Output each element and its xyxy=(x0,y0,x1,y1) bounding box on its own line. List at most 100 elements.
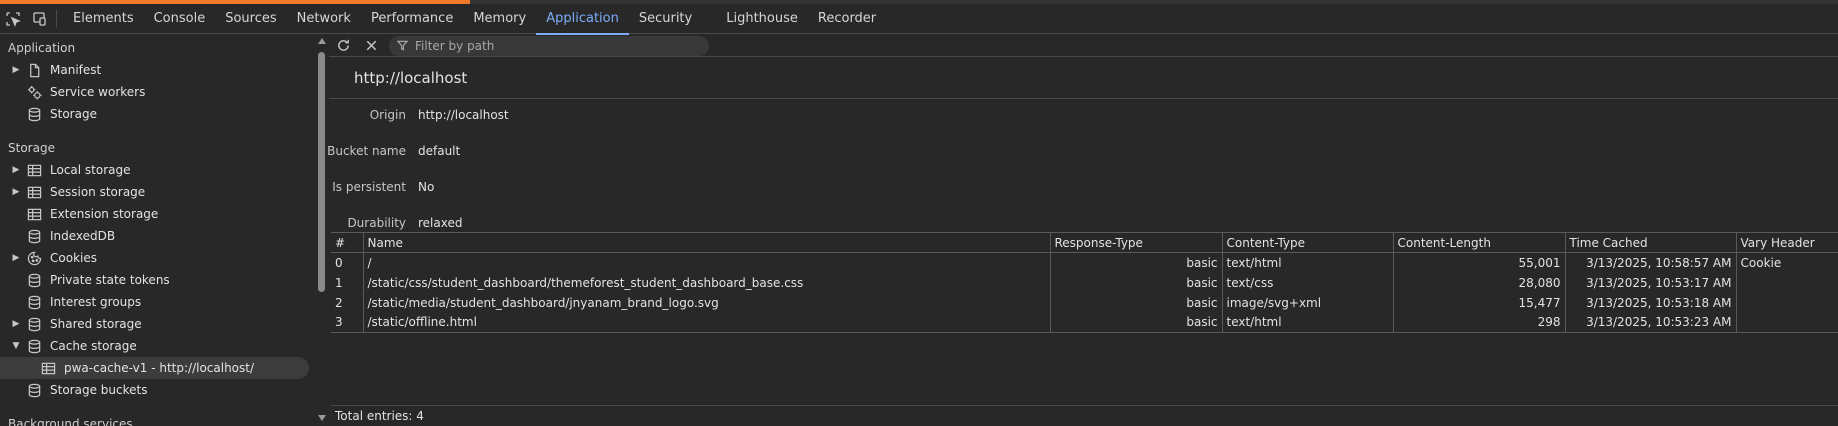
column-header-content-type[interactable]: Content-Type xyxy=(1221,232,1393,253)
devtools-tabbar: Elements Console Sources Network Perform… xyxy=(0,4,1838,35)
scrollbar-thumb[interactable] xyxy=(318,52,325,292)
expand-arrow-icon[interactable]: ▶ xyxy=(10,165,22,175)
expand-arrow-icon[interactable]: ▶ xyxy=(10,187,22,197)
database-icon xyxy=(26,382,42,398)
tab-sources[interactable]: Sources xyxy=(215,4,286,34)
tab-memory[interactable]: Memory xyxy=(463,4,536,34)
column-header-name[interactable]: Name xyxy=(362,232,1050,253)
sidebar-item-label: Service workers xyxy=(50,85,146,99)
database-icon xyxy=(26,106,42,122)
collapse-arrow-icon[interactable]: ▼ xyxy=(10,341,22,351)
gears-icon xyxy=(26,84,42,100)
cache-origin-title: http://localhost xyxy=(329,57,1838,99)
tab-recorder[interactable]: Recorder xyxy=(808,4,886,34)
cell-name: /static/media/student_dashboard/jnyanam_… xyxy=(362,292,1050,313)
column-header-index[interactable]: # xyxy=(331,232,363,253)
application-sidebar: Application ▶ Manifest Service workers S… xyxy=(0,35,328,426)
sidebar-item-cache-storage[interactable]: ▼ Cache storage xyxy=(0,335,327,357)
sidebar-item-label: Local storage xyxy=(50,163,131,177)
table-icon xyxy=(26,184,42,200)
sidebar-scrollbar[interactable] xyxy=(316,35,328,426)
sidebar-item-label: Cookies xyxy=(50,251,97,265)
filter-by-path-field[interactable] xyxy=(389,35,709,56)
cell-content-length: 28,080 xyxy=(1392,272,1565,293)
field-key: Bucket name xyxy=(327,144,406,158)
table-row[interactable]: 1 /static/css/student_dashboard/themefor… xyxy=(331,272,1838,293)
field-key: Durability xyxy=(347,216,406,230)
sidebar-item-private-state-tokens[interactable]: Private state tokens xyxy=(0,269,327,291)
sidebar-item-indexeddb[interactable]: IndexedDB xyxy=(0,225,327,247)
refresh-icon xyxy=(337,39,349,51)
inspect-element-icon[interactable] xyxy=(0,4,26,34)
sidebar-item-storage-buckets[interactable]: Storage buckets xyxy=(0,379,327,401)
filter-input[interactable] xyxy=(415,38,695,53)
sidebar-item-manifest[interactable]: ▶ Manifest xyxy=(0,59,327,81)
expand-arrow-icon[interactable]: ▶ xyxy=(10,65,22,75)
column-header-content-length[interactable]: Content-Length xyxy=(1392,232,1565,253)
section-title-background-services: Background services xyxy=(8,417,133,426)
sidebar-item-extension-storage[interactable]: Extension storage xyxy=(0,203,327,225)
field-key: Origin xyxy=(369,108,406,122)
table-icon xyxy=(26,162,42,178)
sidebar-item-session-storage[interactable]: ▶ Session storage xyxy=(0,181,327,203)
cell-index: 3 xyxy=(331,312,363,333)
column-header-response-type[interactable]: Response-Type xyxy=(1049,232,1222,253)
expand-arrow-icon[interactable]: ▶ xyxy=(10,319,22,329)
tab-security[interactable]: Security xyxy=(629,4,702,34)
tab-elements[interactable]: Elements xyxy=(63,4,144,34)
tab-application[interactable]: Application xyxy=(536,4,629,35)
refresh-button[interactable] xyxy=(329,35,357,57)
field-value: http://localhost xyxy=(418,108,509,122)
database-icon xyxy=(26,338,42,354)
column-header-time-cached[interactable]: Time Cached xyxy=(1564,232,1736,253)
sidebar-item-label: Storage buckets xyxy=(50,383,148,397)
sidebar-item-label: Interest groups xyxy=(50,295,142,309)
cache-toolbar xyxy=(329,35,1838,57)
close-icon xyxy=(366,40,376,51)
cell-vary-header: Cookie xyxy=(1735,252,1838,273)
cell-content-type: text/html xyxy=(1221,252,1393,273)
expand-arrow-icon[interactable]: ▶ xyxy=(10,253,22,263)
cache-entries-table: # Name Response-Type Content-Type Conten… xyxy=(331,232,1838,426)
section-title-storage: Storage xyxy=(8,141,55,155)
tab-console[interactable]: Console xyxy=(144,4,216,34)
column-header-vary-header[interactable]: Vary Header xyxy=(1735,232,1838,253)
database-icon xyxy=(26,272,42,288)
sidebar-item-storage[interactable]: Storage xyxy=(0,103,327,125)
sidebar-item-label: pwa-cache-v1 - http://localhost/ xyxy=(64,361,255,375)
field-value: default xyxy=(418,144,461,158)
sidebar-item-local-storage[interactable]: ▶ Local storage xyxy=(0,159,327,181)
database-icon xyxy=(26,316,42,332)
table-icon xyxy=(26,206,42,222)
tab-network[interactable]: Network xyxy=(287,4,361,34)
cache-view-panel: http://localhost Origin http://localhost… xyxy=(327,35,1838,426)
sidebar-item-label: Cache storage xyxy=(50,339,137,353)
sidebar-item-cookies[interactable]: ▶ Cookies xyxy=(0,247,327,269)
cell-time-cached: 3/13/2025, 10:53:17 AM xyxy=(1564,272,1736,293)
sidebar-item-label: Storage xyxy=(50,107,97,121)
sidebar-item-service-workers[interactable]: Service workers xyxy=(0,81,327,103)
tab-lighthouse[interactable]: Lighthouse xyxy=(716,4,808,34)
cell-response-type: basic xyxy=(1049,252,1222,273)
cell-response-type: basic xyxy=(1049,272,1222,293)
clear-button[interactable] xyxy=(357,35,385,57)
section-title-application: Application xyxy=(8,41,76,55)
sidebar-item-shared-storage[interactable]: ▶ Shared storage xyxy=(0,313,327,335)
total-entries-status: Total entries: 4 xyxy=(331,405,1838,426)
scroll-down-arrow-icon[interactable] xyxy=(318,415,326,421)
sidebar-item-pwa-cache[interactable]: pwa-cache-v1 - http://localhost/ xyxy=(0,357,309,379)
sidebar-item-label: Extension storage xyxy=(50,207,159,221)
sidebar-item-label: Shared storage xyxy=(50,317,142,331)
table-row[interactable]: 3 /static/offline.html basic text/html 2… xyxy=(331,312,1838,333)
sidebar-item-interest-groups[interactable]: Interest groups xyxy=(0,291,327,313)
device-toolbar-icon[interactable] xyxy=(26,4,52,34)
cell-content-type: image/svg+xml xyxy=(1221,292,1393,313)
cell-content-type: text/html xyxy=(1221,312,1393,333)
scroll-up-arrow-icon[interactable] xyxy=(318,38,326,44)
table-header-row: # Name Response-Type Content-Type Conten… xyxy=(331,232,1838,253)
field-value: No xyxy=(418,180,435,194)
tab-performance[interactable]: Performance xyxy=(361,4,463,34)
field-origin: Origin http://localhost xyxy=(329,99,1838,135)
table-row[interactable]: 2 /static/media/student_dashboard/jnyana… xyxy=(331,292,1838,313)
table-row[interactable]: 0 / basic text/html 55,001 3/13/2025, 10… xyxy=(331,252,1838,273)
